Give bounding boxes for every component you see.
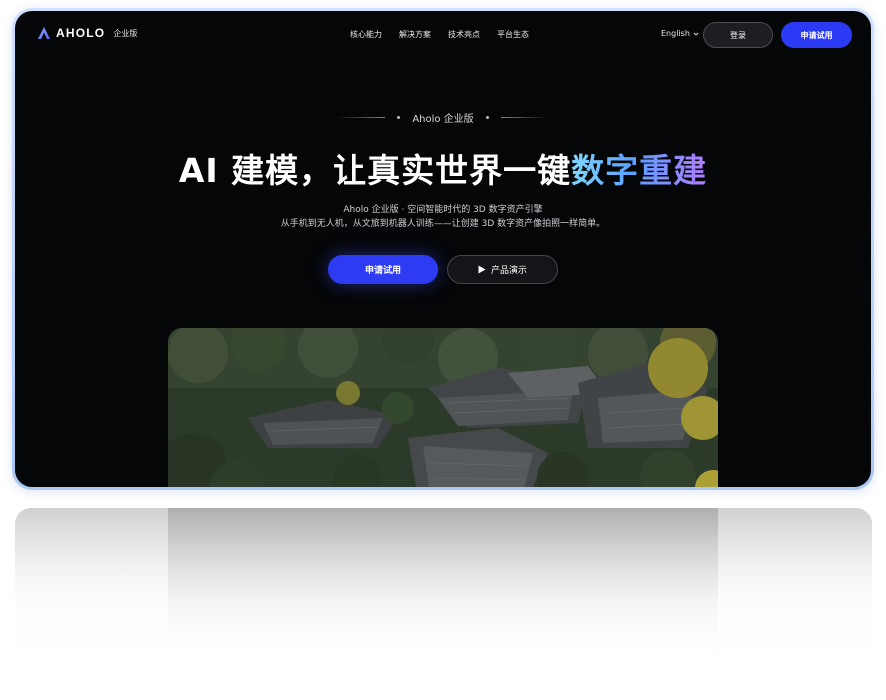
hero-eyebrow: Aholo 企业版 [15,110,871,125]
play-icon [478,265,486,274]
product-demo-label: 产品演示 [490,266,527,276]
eyebrow-divider-left [337,117,386,118]
language-label: English [661,29,690,38]
hero-subtitle-line2: 从手机到无人机，从文旅到机器人训练——让创建 3D 数字资产像拍照一样简单。 [280,219,606,229]
reflection-fade [15,508,872,668]
nav-trial-button[interactable]: 申请试用 [781,22,852,48]
eyebrow-divider-right [500,117,549,118]
nav-link-tech-highlights[interactable]: 技术亮点 [448,29,480,40]
headline-gradient: 数字重建 [571,151,708,190]
eyebrow-dot-right [485,116,489,119]
top-navigation: AHOLO 企业版 核心能力 解决方案 技术亮点 平台生态 English 登录… [15,11,871,59]
brand-edition-tag: 企业版 [113,28,138,38]
nav-link-solutions[interactable]: 解决方案 [399,29,431,40]
login-button[interactable]: 登录 [703,22,773,48]
eyebrow-text: Aholo 企业版 [412,114,474,125]
hero-subtitle-line1: Aholo 企业版 · 空间智能时代的 3D 数字资产引擎 [343,205,543,215]
aholo-logo-icon [38,27,50,39]
eyebrow-dot-left [397,116,401,119]
nav-link-ecosystem[interactable]: 平台生态 [497,29,529,40]
page-viewport: AHOLO 企业版 核心能力 解决方案 技术亮点 平台生态 English 登录… [15,11,871,487]
browser-frame: AHOLO 企业版 核心能力 解决方案 技术亮点 平台生态 English 登录… [12,8,874,490]
page-reflection [15,508,872,668]
nav-links: 核心能力 解决方案 技术亮点 平台生态 [350,29,529,40]
hero-trial-button[interactable]: 申请试用 [328,255,438,284]
product-demo-button[interactable]: 产品演示 [447,255,558,284]
hero-headline: AI 建模，让真实世界一键数字重建 [15,144,871,192]
hero-showcase-image [168,328,718,487]
headline-plain: AI 建模，让真实世界一键 [178,151,572,190]
ancient-village-aerial-image [168,328,718,487]
chevron-down-icon [693,32,699,36]
nav-link-core-capabilities[interactable]: 核心能力 [350,29,382,40]
brand-logo[interactable]: AHOLO 企业版 [37,26,137,40]
language-selector[interactable]: English [661,29,699,38]
brand-name: AHOLO [56,26,106,40]
